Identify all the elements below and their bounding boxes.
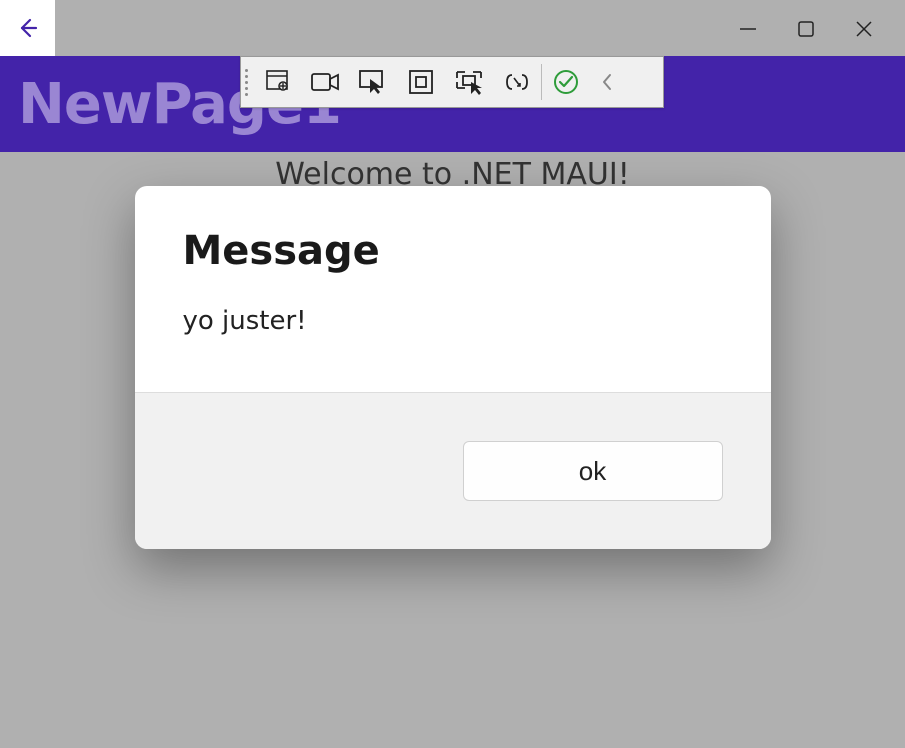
titlebar bbox=[0, 0, 905, 56]
dialog-actions: ok bbox=[135, 392, 771, 549]
toolbar-grip[interactable] bbox=[241, 57, 253, 107]
dialog-overlay: Message yo juster! ok bbox=[0, 56, 905, 748]
ok-button[interactable]: ok bbox=[463, 441, 723, 501]
video-icon bbox=[310, 70, 340, 94]
dialog-text: yo juster! bbox=[183, 306, 723, 336]
xaml-binding-icon bbox=[503, 70, 531, 94]
visual-tree-button[interactable] bbox=[253, 58, 301, 106]
hot-reload-layout-icon bbox=[453, 68, 485, 96]
message-dialog: Message yo juster! ok bbox=[135, 186, 771, 549]
dialog-body: Message yo juster! bbox=[135, 186, 771, 392]
cursor-select-icon bbox=[358, 69, 388, 95]
maximize-icon bbox=[797, 20, 815, 38]
video-button[interactable] bbox=[301, 58, 349, 106]
select-element-button[interactable] bbox=[349, 58, 397, 106]
checkmark-icon bbox=[552, 68, 580, 96]
minimize-icon bbox=[738, 19, 758, 39]
track-focused-button[interactable] bbox=[445, 58, 493, 106]
visual-tree-icon bbox=[263, 68, 291, 96]
xaml-binding-button[interactable] bbox=[493, 58, 541, 106]
layout-box-icon bbox=[408, 69, 434, 95]
window-controls bbox=[737, 0, 905, 40]
layout-adorners-button[interactable] bbox=[397, 58, 445, 106]
collapse-toolbar-button[interactable] bbox=[590, 58, 624, 106]
dialog-title: Message bbox=[183, 228, 723, 274]
minimize-button[interactable] bbox=[737, 18, 759, 40]
close-icon bbox=[854, 19, 874, 39]
dev-toolbar[interactable] bbox=[240, 56, 664, 108]
maximize-button[interactable] bbox=[795, 18, 817, 40]
back-button[interactable] bbox=[0, 0, 55, 56]
close-button[interactable] bbox=[853, 18, 875, 40]
chevron-left-icon bbox=[600, 72, 614, 92]
back-arrow-icon bbox=[16, 16, 40, 40]
hot-reload-status-button[interactable] bbox=[542, 58, 590, 106]
